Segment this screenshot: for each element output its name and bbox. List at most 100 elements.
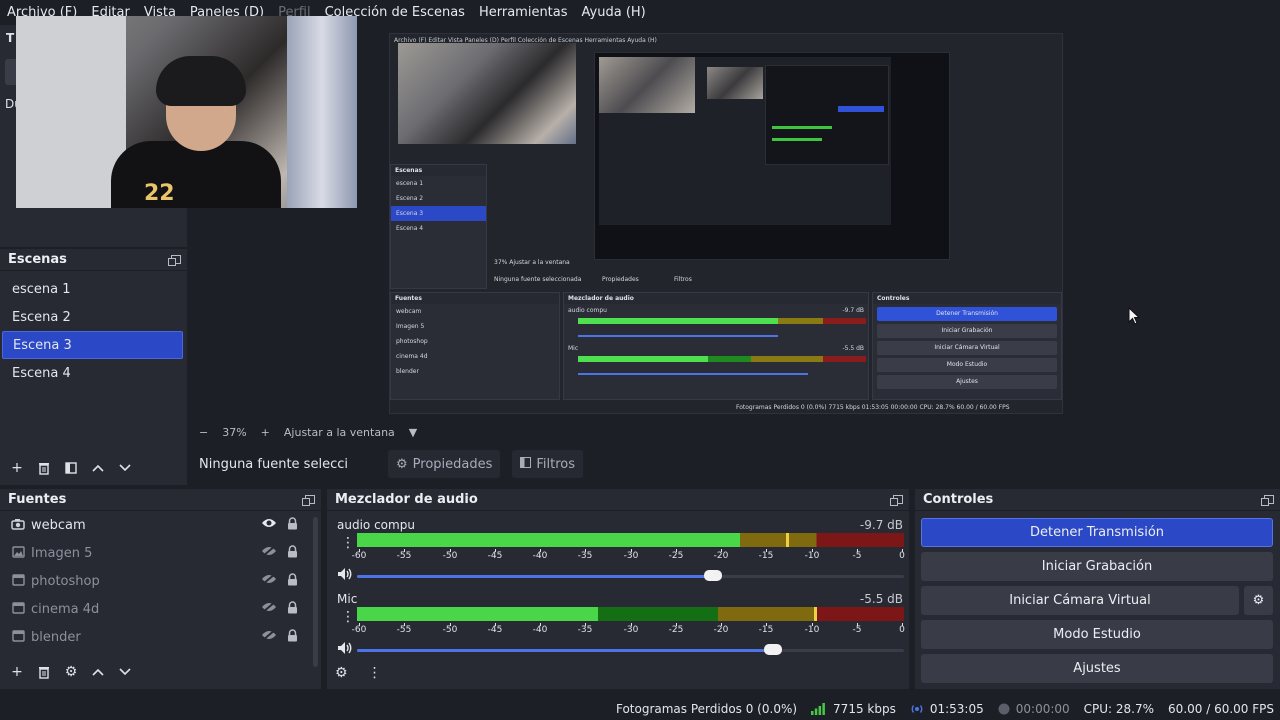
nested-chan2-name: Mic	[568, 345, 579, 352]
nested-chan1-name: audio compu	[568, 307, 607, 314]
eye-closed-icon[interactable]	[261, 573, 277, 589]
settings-button[interactable]: Ajustes	[921, 654, 1273, 683]
meter-tick-mark	[631, 549, 632, 552]
sources-scrollbar[interactable]	[313, 517, 318, 667]
volume-slider[interactable]	[357, 644, 904, 655]
undock-icon[interactable]	[1261, 495, 1274, 506]
volume-knob[interactable]	[704, 570, 722, 581]
chevron-up-icon[interactable]	[89, 459, 107, 477]
menu-herramientas[interactable]: Herramientas	[479, 5, 568, 20]
nested-source-item: webcam	[396, 308, 422, 315]
zoom-out-button[interactable]: −	[199, 426, 208, 439]
nested-properties: Propiedades	[602, 276, 639, 283]
lock-icon[interactable]	[287, 601, 298, 618]
start-recording-button[interactable]: Iniciar Grabación	[921, 552, 1273, 581]
chevron-down-icon[interactable]	[116, 663, 134, 681]
nested-preview	[594, 52, 950, 260]
undock-icon[interactable]	[302, 495, 315, 506]
add-icon[interactable]: +	[8, 459, 26, 477]
stop-streaming-button[interactable]: Detener Transmisión	[921, 518, 1273, 547]
meter-tick-mark	[404, 623, 405, 626]
nested-mixer-title: Mezclador de audio	[564, 293, 868, 304]
scenes-toolbar: +	[0, 459, 187, 477]
lock-icon[interactable]	[287, 545, 298, 562]
volume-fill	[357, 649, 773, 652]
advanced-audio-gear-icon[interactable]: ⚙	[335, 665, 348, 681]
properties-button[interactable]: ⚙ Propiedades	[388, 450, 501, 478]
chevron-down-icon[interactable]: ▼	[409, 426, 417, 439]
chevron-down-icon[interactable]	[116, 459, 134, 477]
eye-closed-icon[interactable]	[261, 545, 277, 561]
sources-toolbar: + ⚙	[0, 663, 321, 681]
trash-icon[interactable]	[35, 663, 53, 681]
channel-name: Mic	[337, 592, 358, 606]
source-item-imagen[interactable]: Imagen 5	[0, 539, 321, 567]
virtual-camera-gear-icon[interactable]: ⚙	[1244, 586, 1273, 615]
meter-tick-mark	[857, 549, 858, 552]
more-vertical-icon[interactable]: ⋮	[368, 665, 382, 681]
speaker-icon[interactable]	[337, 641, 353, 659]
scenes-dock: Escenas escena 1 Escena 2 Escena 3 Escen…	[0, 249, 187, 485]
meter-peak	[814, 607, 817, 621]
nested-mixer-dock: Mezclador de audio audio compu -9.7 dB M…	[563, 292, 869, 400]
lock-icon[interactable]	[287, 573, 298, 590]
preview-canvas[interactable]: Archivo (F) Editar Vista Paneles (D) Per…	[389, 33, 1063, 414]
mouse-cursor-icon	[1128, 306, 1141, 330]
undock-icon[interactable]	[168, 255, 181, 266]
speaker-icon[interactable]	[337, 567, 353, 585]
scene-item[interactable]: Escena 2	[2, 303, 183, 331]
scene-item[interactable]: Escena 4	[2, 359, 183, 387]
filter-icon[interactable]	[62, 459, 80, 477]
scene-item[interactable]: escena 1	[2, 275, 183, 303]
eye-closed-icon[interactable]	[261, 629, 277, 645]
gear-icon[interactable]: ⚙	[62, 663, 80, 681]
more-vertical-icon[interactable]: ⋮	[341, 610, 355, 624]
volume-knob[interactable]	[764, 644, 782, 655]
meter-tick-label: -55	[396, 625, 412, 635]
filters-button[interactable]: Filtros	[512, 450, 584, 478]
eye-closed-icon[interactable]	[261, 601, 277, 617]
nested-chan2-db: -5.5 dB	[842, 345, 864, 352]
meter-tick-mark	[585, 549, 586, 552]
signal-bars-icon	[811, 702, 825, 715]
virtual-camera-button[interactable]: Iniciar Cámara Virtual	[921, 586, 1239, 615]
more-vertical-icon[interactable]: ⋮	[341, 536, 355, 550]
source-toolbar: Ninguna fuente seleccionada ⚙ Propiedade…	[193, 447, 908, 481]
trash-icon[interactable]	[35, 459, 53, 477]
lock-icon[interactable]	[287, 517, 298, 534]
meter-tick-mark	[631, 623, 632, 626]
fit-to-window-label[interactable]: Ajustar a la ventana	[284, 426, 395, 439]
nested-scenes-dock: Escenas escena 1 Escena 2 Escena 3 Escen…	[390, 164, 487, 289]
eye-icon[interactable]	[261, 517, 277, 533]
record-time: 00:00:00	[1015, 701, 1070, 716]
zoom-in-button[interactable]: +	[261, 426, 270, 439]
window-icon	[10, 601, 26, 617]
nested-window	[765, 65, 889, 165]
volume-slider[interactable]	[357, 570, 904, 581]
sources-dock-header: Fuentes	[0, 489, 321, 511]
source-item-blender[interactable]: blender	[0, 623, 321, 651]
source-name: photoshop	[31, 573, 100, 589]
lock-icon[interactable]	[287, 629, 298, 646]
meter-tick-label: 0	[899, 551, 905, 561]
source-item-cinema4d[interactable]: cinema 4d	[0, 595, 321, 623]
source-item-webcam[interactable]: webcam	[0, 511, 321, 539]
webcam-shirt-print: 22	[144, 181, 175, 206]
nested-source-item: cinema 4d	[396, 353, 428, 360]
scene-item-selected[interactable]: Escena 3	[2, 331, 183, 359]
source-item-photoshop[interactable]: photoshop	[0, 567, 321, 595]
meter-tick-label: 0	[899, 625, 905, 635]
menu-ayuda[interactable]: Ayuda (H)	[582, 5, 646, 20]
dropped-frames: Fotogramas Perdidos 0 (0.0%)	[615, 701, 798, 716]
chevron-up-icon[interactable]	[89, 663, 107, 681]
meter-tick-label: -10	[804, 625, 820, 635]
camera-icon	[10, 518, 26, 533]
nested-source-item: blender	[396, 368, 419, 375]
studio-mode-button[interactable]: Modo Estudio	[921, 620, 1273, 649]
undock-icon[interactable]	[890, 495, 903, 506]
meter-tick-label: -50	[442, 625, 458, 635]
meter-ticks: -60 -55 -50 -45 -40 -35 -30 -25 -20 -15 -10 -5 0	[352, 549, 905, 563]
meter-tick-label: -60	[351, 551, 367, 561]
source-name: cinema 4d	[31, 601, 100, 617]
add-icon[interactable]: +	[8, 663, 26, 681]
